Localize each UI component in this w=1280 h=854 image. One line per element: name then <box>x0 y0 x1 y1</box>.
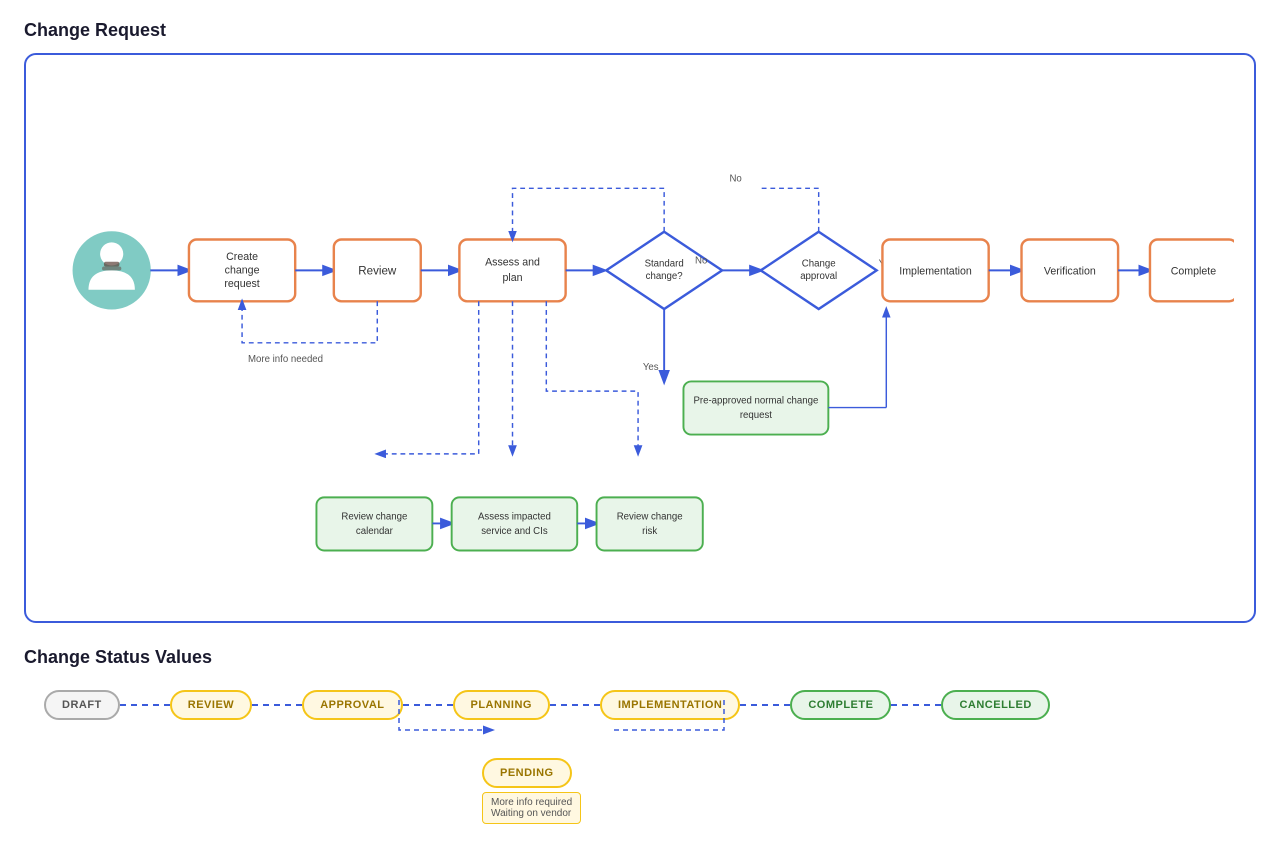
pending-section: PENDING More info required Waiting on ve… <box>44 720 1236 824</box>
svg-text:approval: approval <box>800 271 837 282</box>
diagram-container: Create change request Review More info n… <box>24 53 1256 623</box>
svg-text:change?: change? <box>646 271 683 282</box>
status-cancelled: CANCELLED <box>941 690 1049 720</box>
connector-5 <box>740 704 790 706</box>
pending-connector-svg <box>44 700 744 790</box>
svg-text:Review change: Review change <box>617 512 683 523</box>
svg-text:calendar: calendar <box>356 526 394 537</box>
svg-text:Review change: Review change <box>341 512 407 523</box>
pending-subtext-2: Waiting on vendor <box>491 808 572 819</box>
connector-6 <box>891 704 941 706</box>
svg-text:No: No <box>695 256 707 267</box>
svg-text:More info needed: More info needed <box>248 354 323 365</box>
status-section: DRAFT REVIEW APPROVAL PLANNING IMPLEMENT… <box>24 680 1256 834</box>
svg-text:Assess impacted: Assess impacted <box>478 512 551 523</box>
svg-text:Review: Review <box>358 265 397 277</box>
svg-text:Verification: Verification <box>1044 265 1096 277</box>
svg-text:Complete: Complete <box>1171 265 1217 277</box>
svg-text:request: request <box>224 278 259 290</box>
pending-subtext-1: More info required <box>491 797 572 808</box>
pending-subtext: More info required Waiting on vendor <box>482 792 581 824</box>
diagram-title: Change Request <box>24 20 1256 41</box>
svg-text:plan: plan <box>502 272 522 284</box>
svg-text:change: change <box>225 264 260 276</box>
svg-text:risk: risk <box>642 526 657 537</box>
status-complete: COMPLETE <box>790 690 891 720</box>
svg-text:Standard: Standard <box>645 259 684 270</box>
svg-text:Pre-approved normal change: Pre-approved normal change <box>693 396 818 407</box>
page: Change Request <box>0 0 1280 854</box>
svg-text:Change: Change <box>802 259 836 270</box>
status-title: Change Status Values <box>24 647 1256 668</box>
svg-text:Assess and: Assess and <box>485 257 540 269</box>
svg-text:Implementation: Implementation <box>899 265 972 277</box>
svg-text:Create: Create <box>226 251 258 263</box>
svg-text:Yes: Yes <box>643 362 659 373</box>
svg-text:request: request <box>740 410 772 421</box>
svg-text:No: No <box>729 174 741 185</box>
svg-text:service and CIs: service and CIs <box>481 526 548 537</box>
diagram-svg: Create change request Review More info n… <box>46 75 1234 601</box>
actor-node <box>73 232 150 309</box>
